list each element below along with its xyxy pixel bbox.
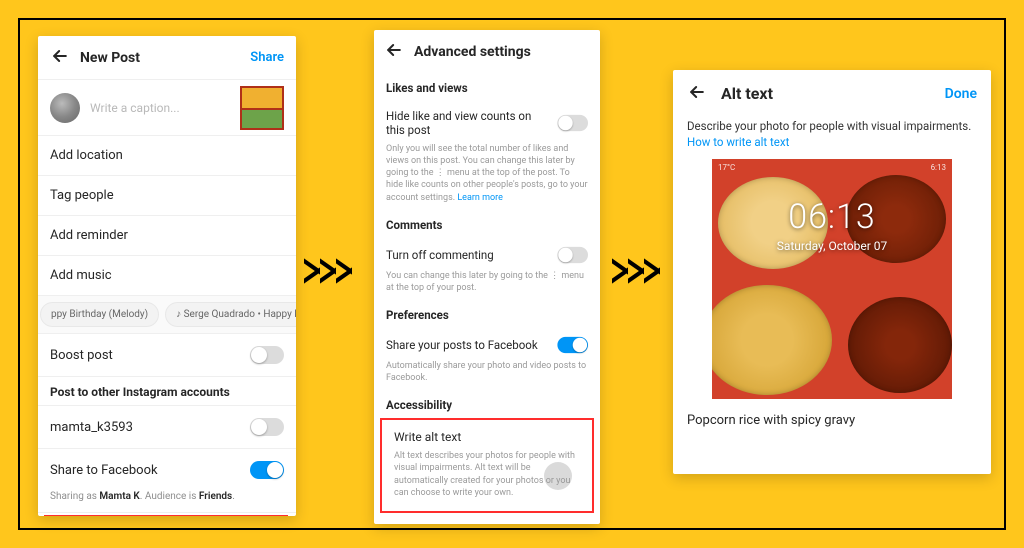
back-arrow-icon[interactable] [687, 82, 707, 105]
turn-off-commenting-label: Turn off commenting [386, 248, 494, 262]
boost-post-label: Boost post [50, 348, 113, 363]
back-arrow-icon[interactable] [50, 46, 70, 69]
turn-off-commenting-hint: You can change this later by going to th… [374, 268, 600, 304]
tag-people-row[interactable]: Tag people [38, 176, 296, 216]
music-pill[interactable]: ppy Birthday (Melody) [40, 302, 159, 327]
share-facebook-row[interactable]: Share your posts to Facebook [374, 328, 600, 358]
post-to-other-label: Post to other Instagram accounts [38, 377, 296, 405]
turn-off-commenting-row[interactable]: Turn off commenting [374, 238, 600, 268]
alt-text-description: Describe your photo for people with visu… [673, 117, 991, 135]
photo-preview-container: 17°C 6:13 06:13 Saturday, October 07 [673, 159, 991, 399]
screen-advanced-settings: Advanced settings Likes and views Hide l… [374, 30, 600, 524]
share-facebook-toggle[interactable] [557, 337, 588, 353]
hide-likes-label: Hide like and view counts on this post [386, 109, 536, 137]
hide-likes-toggle[interactable] [557, 115, 588, 131]
screen-new-post: New Post Share Write a caption... Add lo… [38, 36, 296, 516]
page-title: New Post [80, 50, 250, 66]
share-facebook-toggle[interactable] [250, 461, 284, 479]
share-facebook-label: Share your posts to Facebook [386, 338, 538, 352]
page-title: Advanced settings [414, 44, 531, 60]
flow-arrow-icon [618, 260, 666, 282]
section-preferences-header: Preferences [374, 304, 600, 328]
advanced-settings-highlight: Advanced settings › [44, 515, 288, 516]
section-likes-header: Likes and views [374, 77, 600, 101]
other-account-toggle[interactable] [250, 418, 284, 436]
post-thumbnail[interactable] [240, 86, 284, 130]
hide-likes-hint: Only you will see the total number of li… [374, 141, 600, 214]
flow-arrow-icon [310, 260, 358, 282]
write-alt-text-row[interactable]: Write alt text [382, 420, 592, 448]
boost-post-row[interactable]: Boost post [38, 334, 296, 377]
turn-off-commenting-toggle[interactable] [557, 247, 588, 263]
lockscreen-time: 06:13 [712, 197, 952, 237]
alt-text-input[interactable]: Popcorn rice with spicy gravy [673, 399, 991, 442]
boost-post-toggle[interactable] [250, 346, 284, 364]
done-button[interactable]: Done [945, 86, 977, 102]
add-music-row[interactable]: Add music [38, 256, 296, 296]
touch-indicator-icon [544, 462, 572, 490]
status-bar: 17°C 6:13 [718, 163, 946, 172]
back-arrow-icon[interactable] [384, 40, 404, 63]
section-comments-header: Comments [374, 214, 600, 238]
add-location-row[interactable]: Add location [38, 136, 296, 176]
header: Alt text Done [673, 70, 991, 117]
share-button[interactable]: Share [250, 50, 284, 65]
music-pill[interactable]: ♪ Serge Quadrado • Happy Birthday [165, 302, 296, 327]
lockscreen-overlay: 06:13 Saturday, October 07 [712, 197, 952, 253]
share-facebook-hint: Automatically share your photo and video… [374, 358, 600, 394]
photo-preview: 17°C 6:13 06:13 Saturday, October 07 [712, 159, 952, 399]
learn-more-link[interactable]: Learn more [457, 193, 503, 203]
avatar [50, 93, 80, 123]
music-suggestions: ppy Birthday (Melody) ♪ Serge Quadrado •… [38, 296, 296, 334]
header: Advanced settings [374, 30, 600, 77]
header: New Post Share [38, 36, 296, 80]
share-facebook-row[interactable]: Share to Facebook [38, 449, 296, 491]
section-accessibility-header: Accessibility [374, 394, 600, 418]
screen-alt-text: Alt text Done Describe your photo for pe… [673, 70, 991, 474]
page-title: Alt text [721, 84, 945, 103]
other-account-row[interactable]: mamta_k3593 [38, 405, 296, 449]
other-account-name: mamta_k3593 [50, 420, 133, 435]
share-facebook-subtext: Sharing as Mamta K. Audience is Friends. [38, 491, 296, 513]
share-facebook-label: Share to Facebook [50, 463, 158, 478]
how-to-write-link[interactable]: How to write alt text [673, 135, 991, 159]
lockscreen-date: Saturday, October 07 [712, 239, 952, 253]
hide-likes-row[interactable]: Hide like and view counts on this post [374, 101, 600, 141]
caption-row[interactable]: Write a caption... [38, 80, 296, 136]
caption-input[interactable]: Write a caption... [90, 101, 240, 115]
add-reminder-row[interactable]: Add reminder [38, 216, 296, 256]
